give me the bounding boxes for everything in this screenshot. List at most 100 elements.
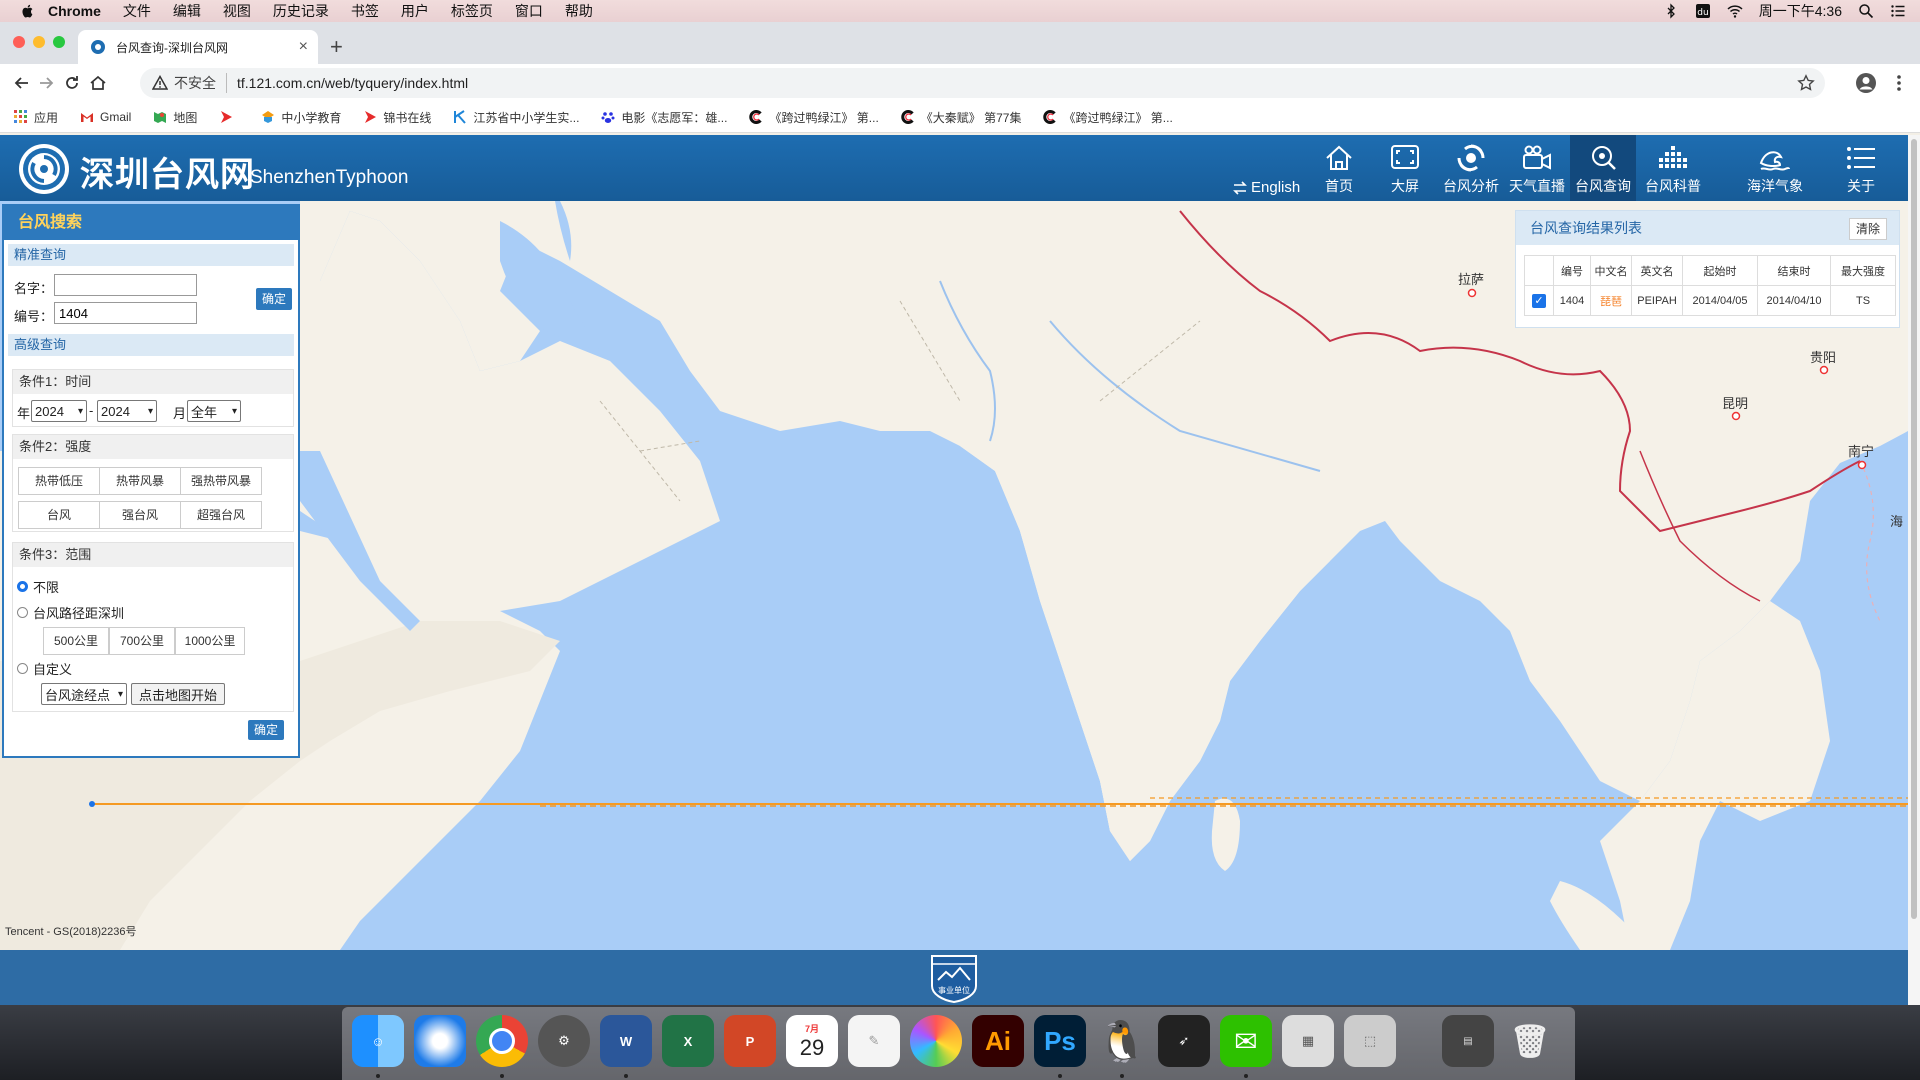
safari-icon[interactable]: ✦ <box>414 1015 466 1067</box>
input-method-icon[interactable]: du <box>1695 3 1711 19</box>
bookmark-movie[interactable]: 电影《志愿军：雄... <box>601 109 727 126</box>
more-menu-icon[interactable] <box>1888 72 1910 94</box>
menu-tabs[interactable]: 标签页 <box>451 1 493 21</box>
photoshop-icon[interactable]: Ps <box>1034 1015 1086 1067</box>
distance-1000-button[interactable]: 1000公里 <box>175 627 245 655</box>
page-scrollbar[interactable] <box>1908 135 1920 1005</box>
menu-app-name[interactable]: Chrome <box>48 3 101 19</box>
textedit-icon[interactable]: ✎ <box>848 1015 900 1067</box>
qq-icon[interactable]: 🐧 <box>1096 1015 1148 1067</box>
apple-icon[interactable] <box>20 3 36 19</box>
nav-typhoon-analysis[interactable]: 台风分析 <box>1438 135 1504 201</box>
site-logo-icon[interactable] <box>18 143 70 195</box>
range-custom-radio[interactable]: 自定义 <box>17 659 72 678</box>
row-checkbox-checked-icon[interactable]: ✓ <box>1532 293 1546 308</box>
intensity-sty-button[interactable]: 强台风 <box>99 501 181 529</box>
url-text[interactable]: tf.121.com.cn/web/tyquery/index.html <box>237 75 468 91</box>
new-tab-button[interactable]: + <box>330 34 343 60</box>
public-institution-badge-icon[interactable]: 事业单位 <box>928 952 980 1004</box>
nav-typhoon-science[interactable]: 台风科普 <box>1636 135 1710 201</box>
clear-results-button[interactable]: 清除 <box>1848 218 1887 240</box>
intensity-td-button[interactable]: 热带低压 <box>18 467 100 495</box>
intensity-sts-button[interactable]: 强热带风暴 <box>180 467 262 495</box>
menu-file[interactable]: 文件 <box>123 1 151 21</box>
nav-about[interactable]: 关于 <box>1828 135 1894 201</box>
distance-700-button[interactable]: 700公里 <box>109 627 175 655</box>
menu-bookmarks[interactable]: 书签 <box>351 1 379 21</box>
archive-utility-icon[interactable]: ⬚ <box>1344 1015 1396 1067</box>
range-unlimited-radio[interactable]: 不限 <box>17 577 59 596</box>
menu-help[interactable]: 帮助 <box>565 1 593 21</box>
nav-weather-live[interactable]: 天气直播 <box>1504 135 1570 201</box>
intensity-ts-button[interactable]: 热带风暴 <box>99 467 181 495</box>
bookmark-jinshu[interactable]: 锦书在线 <box>363 109 431 126</box>
menu-history[interactable]: 历史记录 <box>273 1 329 21</box>
browser-tab-active[interactable]: 台风查询-深圳台风网 × <box>78 30 318 64</box>
number-input[interactable] <box>54 302 197 324</box>
menubar-clock[interactable]: 周一下午4:36 <box>1759 1 1842 21</box>
illustrator-icon[interactable]: Ai <box>972 1015 1024 1067</box>
word-icon[interactable]: W <box>600 1015 652 1067</box>
notification-center-icon[interactable] <box>1890 3 1906 19</box>
spotlight-search-icon[interactable] <box>1858 3 1874 19</box>
map-start-button[interactable]: 点击地图开始 <box>131 683 225 705</box>
site-title[interactable]: 深圳台风网 <box>80 147 255 196</box>
warning-icon[interactable] <box>152 75 168 91</box>
close-tab-icon[interactable]: × <box>299 38 308 56</box>
intensity-ty-button[interactable]: 台风 <box>18 501 100 529</box>
reload-icon[interactable] <box>62 73 82 93</box>
trash-icon[interactable]: 🗑 <box>1504 1015 1556 1067</box>
bookmark-drama-3[interactable]: 《跨过鸭绿江》 第... <box>1043 109 1173 126</box>
english-switch[interactable]: English <box>1232 179 1300 196</box>
month-select[interactable]: 全年 ▾ <box>187 400 241 422</box>
home-browser-icon[interactable] <box>88 73 108 93</box>
bookmark-red-play[interactable] <box>219 110 239 124</box>
nav-typhoon-query[interactable]: 台风查询 <box>1570 135 1636 201</box>
calendar-icon[interactable]: 7月 29 <box>786 1015 838 1067</box>
bookmark-apps[interactable]: 应用 <box>14 109 58 126</box>
range-distance-radio[interactable]: 台风路径距深圳 <box>17 603 124 622</box>
security-status[interactable]: 不安全 <box>174 73 227 93</box>
bookmark-jiangsu[interactable]: 江苏省中小学生实... <box>453 109 579 126</box>
back-icon[interactable] <box>12 73 32 93</box>
wechat-icon[interactable]: ✉ <box>1220 1015 1272 1067</box>
menu-view[interactable]: 视图 <box>223 1 251 21</box>
scrollbar-thumb[interactable] <box>1911 139 1917 919</box>
menu-window[interactable]: 窗口 <box>515 1 543 21</box>
bookmark-star-icon[interactable] <box>1797 74 1815 92</box>
forward-icon[interactable] <box>36 73 56 93</box>
nav-ocean-weather[interactable]: 海洋气象 <box>1742 135 1808 201</box>
bookmark-drama-2[interactable]: 《大秦赋》 第77集 <box>901 109 1021 126</box>
bookmark-drama-1[interactable]: 《跨过鸭绿江》 第... <box>749 109 879 126</box>
minimize-window-button[interactable] <box>33 36 45 48</box>
nav-big-screen[interactable]: 大屏 <box>1372 135 1438 201</box>
nav-home[interactable]: 首页 <box>1306 135 1372 201</box>
advanced-confirm-button[interactable]: 确定 <box>248 720 284 740</box>
close-window-button[interactable] <box>13 36 25 48</box>
powerpoint-icon[interactable]: P <box>724 1015 776 1067</box>
wifi-icon[interactable] <box>1727 3 1743 19</box>
calculator-icon[interactable]: ▦ <box>1282 1015 1334 1067</box>
photos-icon[interactable] <box>910 1015 962 1067</box>
excel-icon[interactable]: X <box>662 1015 714 1067</box>
bookmark-gmail[interactable]: Gmail <box>80 110 131 124</box>
name-input[interactable] <box>54 274 197 296</box>
distance-500-button[interactable]: 500公里 <box>43 627 109 655</box>
year-to-select[interactable]: 2024 ▾ <box>97 400 157 422</box>
finder-icon[interactable]: ☺ <box>352 1015 404 1067</box>
intensity-superty-button[interactable]: 超强台风 <box>180 501 262 529</box>
folder-stack-icon[interactable]: ▤ <box>1442 1015 1494 1067</box>
bookmark-education[interactable]: 中小学教育 <box>261 109 341 126</box>
cell-cn-name-link[interactable]: 琵琶 <box>1590 285 1632 316</box>
chrome-icon[interactable] <box>476 1015 528 1067</box>
bird-app-icon[interactable]: ➶ <box>1158 1015 1210 1067</box>
address-bar[interactable]: 不安全 tf.121.com.cn/web/tyquery/index.html <box>140 68 1825 98</box>
zoom-window-button[interactable] <box>53 36 65 48</box>
bookmark-maps[interactable]: 地图 <box>153 109 197 126</box>
table-row[interactable]: ✓ 1404 琵琶 PEIPAH 2014/04/05 2014/04/10 T… <box>1524 285 1896 316</box>
exact-confirm-button[interactable]: 确定 <box>256 288 292 310</box>
profile-avatar-icon[interactable] <box>1855 72 1877 94</box>
menu-people[interactable]: 用户 <box>401 1 429 21</box>
custom-point-select[interactable]: 台风途经点 ▾ <box>41 683 127 705</box>
bluetooth-icon[interactable] <box>1663 3 1679 19</box>
